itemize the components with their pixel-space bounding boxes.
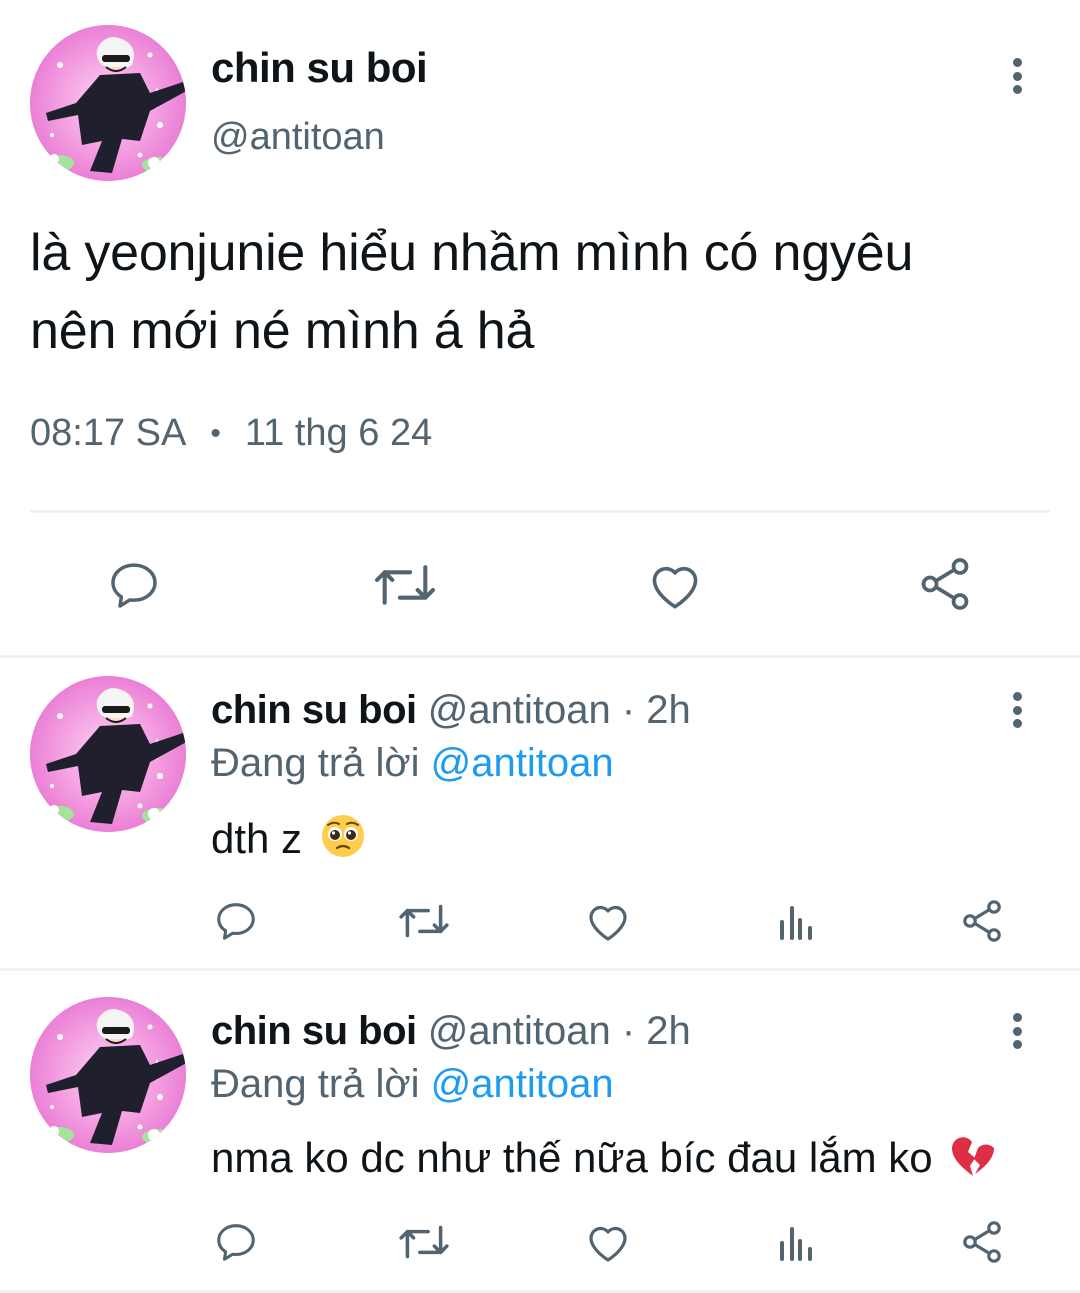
reply-text: nma ko dc như thế nữa bíc đau lắm ko: [211, 1134, 996, 1188]
tweet-text: là yeonjunie hiểu nhầm mình có ngyêu nên…: [30, 214, 1040, 370]
retweet-icon[interactable]: [397, 1217, 451, 1267]
reply-tweet[interactable]: chin su boi @antitoan · 2h Đang trả lời …: [0, 979, 1080, 1290]
replying-prefix: Đang trả lời: [211, 741, 431, 785]
share-icon[interactable]: [957, 1217, 1007, 1267]
reply-header: chin su boi @antitoan · 2h: [211, 1009, 691, 1054]
more-options-icon[interactable]: [1002, 1009, 1032, 1053]
reply-tweet[interactable]: chin su boi @antitoan · 2h Đang trả lời …: [0, 658, 1080, 968]
avatar[interactable]: [30, 25, 186, 181]
reply-header: chin su boi @antitoan · 2h: [211, 688, 691, 733]
broken-heart-emoji: [950, 1134, 996, 1188]
retweet-icon[interactable]: [397, 896, 451, 946]
tweet-text-line: nên mới né mình á hả: [30, 302, 535, 360]
main-tweet: chin su boi @antitoan là yeonjunie hiểu …: [0, 0, 1080, 655]
reply-text: dth z: [211, 813, 366, 869]
tweet-text-line: là yeonjunie hiểu nhầm mình có ngyêu: [30, 224, 914, 282]
divider: [30, 510, 1050, 513]
meta-separator: •: [210, 416, 221, 450]
share-icon[interactable]: [957, 896, 1007, 946]
author-name[interactable]: chin su boi: [211, 44, 428, 92]
mention-link[interactable]: @antitoan: [431, 1062, 614, 1106]
pleading-face-emoji: [320, 813, 366, 869]
views-icon[interactable]: [771, 898, 821, 946]
like-icon[interactable]: [645, 555, 705, 615]
reply-text-content: nma ko dc như thế nữa bíc đau lắm ko: [211, 1134, 933, 1181]
reply-icon[interactable]: [211, 1217, 261, 1267]
reply-time: 2h: [646, 1009, 691, 1053]
retweet-icon[interactable]: [372, 555, 438, 615]
more-options-icon[interactable]: [1002, 688, 1032, 732]
header-separator: ·: [621, 1009, 636, 1053]
replying-to: Đang trả lời @antitoan: [211, 1062, 614, 1107]
like-icon[interactable]: [583, 896, 633, 946]
share-icon[interactable]: [914, 553, 976, 615]
author-name[interactable]: chin su boi: [211, 688, 417, 732]
reply-time: 2h: [646, 688, 691, 732]
author-name[interactable]: chin su boi: [211, 1009, 417, 1053]
reply-icon[interactable]: [104, 555, 164, 615]
mention-link[interactable]: @antitoan: [431, 741, 614, 785]
tweet-meta: 08:17 SA • 11 thg 6 24: [30, 412, 432, 455]
avatar[interactable]: [30, 676, 186, 832]
tweet-date[interactable]: 11 thg 6 24: [245, 412, 432, 455]
views-icon[interactable]: [771, 1219, 821, 1267]
like-icon[interactable]: [583, 1217, 633, 1267]
author-handle[interactable]: @antitoan: [428, 1009, 611, 1053]
replying-to: Đang trả lời @antitoan: [211, 741, 614, 786]
author-handle[interactable]: @antitoan: [428, 688, 611, 732]
avatar[interactable]: [30, 997, 186, 1153]
reply-icon[interactable]: [211, 896, 261, 946]
tweet-time[interactable]: 08:17 SA: [30, 412, 186, 455]
more-options-icon[interactable]: [1002, 54, 1032, 98]
divider: [0, 968, 1080, 971]
header-separator: ·: [621, 688, 636, 732]
author-handle[interactable]: @antitoan: [211, 116, 385, 159]
reply-text-content: dth z: [211, 815, 303, 862]
replying-prefix: Đang trả lời: [211, 1062, 431, 1106]
